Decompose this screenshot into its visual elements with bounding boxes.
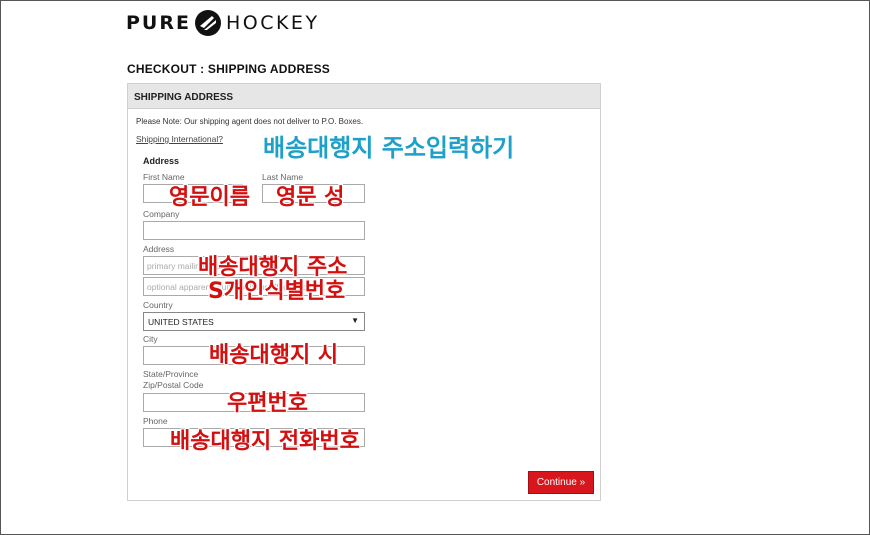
panel-header: SHIPPING ADDRESS	[128, 84, 600, 109]
country-label: Country	[143, 300, 173, 310]
dropdown-arrow-icon: ▼	[351, 316, 359, 325]
zip-label: Zip/Postal Code	[143, 380, 204, 390]
address-label: Address	[143, 244, 175, 254]
po-box-note: Please Note: Our shipping agent does not…	[136, 117, 364, 126]
annotation-city: 배송대행지 시	[209, 343, 339, 368]
annotation-last-name: 영문 성	[276, 185, 345, 210]
annotation-first-name: 영문이름	[169, 185, 250, 210]
state-label: State/Province	[143, 369, 199, 379]
annotation-zip: 우편번호	[227, 391, 308, 416]
annotation-personal-id: S개인식별번호	[208, 279, 346, 304]
continue-button[interactable]: Continue »	[528, 471, 594, 494]
logo-text-pure: PURE	[126, 12, 191, 34]
company-input[interactable]	[143, 221, 365, 240]
annotation-title: 배송대행지 주소입력하기	[263, 134, 515, 162]
logo-mark-icon	[194, 10, 221, 36]
address-section-label: Address	[143, 156, 180, 166]
country-selected-value: UNITED STATES	[148, 317, 214, 327]
city-label: City	[143, 334, 158, 344]
logo-text-hockey: HOCKEY	[225, 12, 320, 34]
pure-hockey-logo[interactable]: PURE HOCKEY	[126, 9, 320, 37]
country-select[interactable]: UNITED STATES ▼	[143, 312, 365, 331]
phone-label: Phone	[143, 416, 168, 426]
shipping-international-link[interactable]: Shipping International?	[136, 134, 223, 144]
page-title: CHECKOUT : SHIPPING ADDRESS	[127, 62, 330, 76]
annotation-phone: 배송대행지 전화번호	[170, 429, 360, 454]
